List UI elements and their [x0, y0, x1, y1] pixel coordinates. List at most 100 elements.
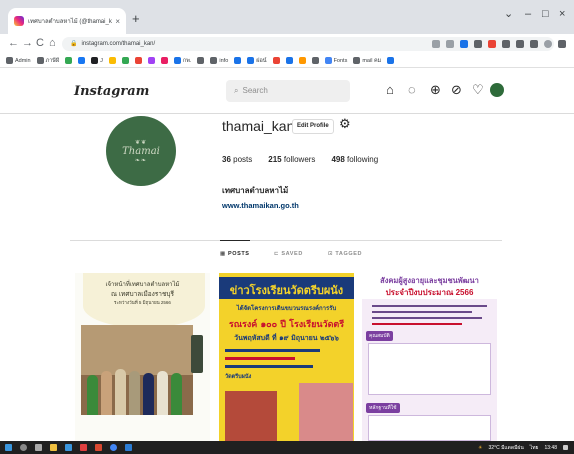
tab-saved[interactable]: ⊏ SAVED — [274, 241, 303, 267]
instagram-logo[interactable]: Instagram — [74, 84, 149, 99]
profile-avatar[interactable] — [490, 83, 504, 97]
bookmark-item[interactable]: Admin — [6, 57, 31, 64]
person — [157, 371, 168, 415]
post2-photo-left — [225, 391, 277, 441]
bookmark-favicon-icon — [324, 57, 332, 64]
tab-search-icon[interactable]: ⌄ — [504, 8, 513, 20]
app-icon[interactable] — [95, 444, 102, 451]
windows-taskbar: ☀ 32°C มีแดดมีฝน ไทย 13:48 — [0, 441, 574, 454]
edit-profile-button[interactable]: Edit Profile — [292, 119, 334, 134]
following-count[interactable]: 498 following — [331, 155, 378, 164]
task-view-icon[interactable] — [35, 444, 42, 451]
bookmark-item[interactable] — [134, 57, 142, 64]
puzzle-icon[interactable] — [516, 40, 524, 48]
word-icon[interactable] — [125, 444, 132, 451]
explore-icon[interactable]: ⊘ — [451, 82, 462, 98]
bookmark-item[interactable] — [121, 57, 129, 64]
browser-toolbar: ← → C ⌂ 🔒 instagram.com/thamai_kan/ — [0, 34, 574, 54]
bookmark-item[interactable]: กพ. — [173, 57, 191, 65]
home-button[interactable]: ⌂ — [49, 37, 56, 50]
bookmark-item[interactable] — [197, 57, 205, 64]
profile-icon[interactable] — [544, 40, 552, 48]
bookmark-item[interactable] — [147, 57, 155, 64]
post2-line2: ได้จัดโครงการเดินขบวนรณรงค์การรับ — [236, 305, 337, 312]
bookmark-item[interactable] — [387, 57, 395, 64]
forward-button[interactable]: → — [22, 37, 33, 50]
pdf-extension-icon[interactable] — [488, 40, 496, 48]
tab-posts[interactable]: ▦ POSTS — [220, 240, 250, 266]
followers-count[interactable]: 215 followers — [268, 155, 315, 164]
bookmark-favicon-icon — [197, 57, 205, 64]
minimize-button[interactable]: – — [525, 8, 531, 20]
profile-website-link[interactable]: www.thamaikan.go.th — [222, 201, 299, 210]
sidebar-icon[interactable] — [530, 40, 538, 48]
post-thumbnail-2[interactable]: ข่าวโรงเรียนวัดตรีบผนัง ได้จัดโครงการเดิ… — [219, 273, 354, 441]
bookmark-item[interactable] — [234, 57, 242, 64]
chrome-icon[interactable] — [110, 444, 117, 451]
bookmark-label: ฝอน์ — [256, 57, 267, 64]
bookmark-item[interactable] — [272, 57, 280, 64]
bookmark-item[interactable]: ภาษีผี — [36, 57, 60, 65]
bookmark-item[interactable]: info — [210, 57, 228, 64]
bookmark-item[interactable] — [311, 57, 319, 64]
bookmark-item[interactable] — [65, 57, 73, 64]
bookmark-item[interactable] — [108, 57, 116, 64]
clock[interactable]: 13:48 — [544, 445, 557, 451]
new-tab-button[interactable]: + — [132, 12, 140, 26]
post-thumbnail-3[interactable]: สังคมผู้สูงอายุและชุมชนพัฒนา ประจำปีงบปร… — [362, 273, 497, 441]
bookmark-label: ภาษีผี — [45, 57, 60, 64]
lantern-decoration — [191, 335, 203, 373]
post2-line1: ข่าวโรงเรียนวัดตรีบผนัง — [229, 284, 344, 297]
post-thumbnail-1[interactable]: เจ้าหน้าที่เทศบาลตำบลหาไม้ ณ เทศบาลเมือง… — [75, 273, 210, 441]
bookmark-item[interactable]: Fonts — [324, 57, 348, 64]
app-icon[interactable] — [80, 444, 87, 451]
home-icon[interactable]: ⌂ — [386, 82, 394, 98]
tab-tagged[interactable]: ⊡ TAGGED — [328, 241, 362, 267]
post1-line1: เจ้าหน้าที่เทศบาลตำบลหาไม้ — [105, 282, 180, 288]
search-input[interactable]: ⌕ Search — [226, 80, 350, 102]
reload-button[interactable]: C — [36, 37, 44, 50]
back-button[interactable]: ← — [8, 37, 19, 50]
bookmark-favicon-icon — [311, 57, 319, 64]
bookmark-star-icon[interactable] — [460, 40, 468, 48]
search-icon[interactable] — [20, 444, 27, 451]
close-window-button[interactable]: × — [559, 8, 565, 20]
weather-text[interactable]: 32°C มีแดดมีฝน — [489, 444, 524, 452]
notification-icon[interactable] — [563, 445, 568, 450]
file-explorer-icon[interactable] — [50, 444, 57, 451]
url-text: instagram.com/thamai_kan/ — [81, 41, 156, 47]
edge-icon[interactable] — [65, 444, 72, 451]
bookmark-favicon-icon — [78, 57, 86, 64]
heart-icon[interactable]: ♡ — [472, 82, 484, 98]
language-indicator[interactable]: ไทย — [530, 444, 539, 452]
post1-line3: ระหว่างวันที่ 5 มิถุนายน 2566 — [114, 300, 171, 305]
bookmark-favicon-icon — [387, 57, 395, 64]
bookmark-item[interactable] — [285, 57, 293, 64]
bookmark-item[interactable] — [298, 57, 306, 64]
menu-icon[interactable] — [558, 40, 566, 48]
bookmark-item[interactable]: J — [91, 57, 103, 64]
bookmark-item[interactable] — [78, 57, 86, 64]
bookmark-label: Fonts — [333, 57, 348, 64]
zoom-icon[interactable] — [432, 40, 440, 48]
bookmark-item[interactable] — [160, 57, 168, 64]
new-post-icon[interactable]: ⊕ — [430, 82, 441, 98]
extension-icon[interactable] — [502, 40, 510, 48]
browser-tab-instagram[interactable]: เทศบาลตำบลหาไม้ (@thamai_kan) • Instagra… — [8, 8, 126, 34]
settings-gear-icon[interactable]: ⚙ — [339, 116, 351, 132]
tab-close-icon[interactable]: × — [115, 17, 120, 26]
person — [101, 371, 112, 415]
bookmark-item[interactable]: ฝอน์ — [247, 57, 267, 65]
extension-icon[interactable] — [474, 40, 482, 48]
maximize-button[interactable]: □ — [542, 8, 549, 20]
share-icon[interactable] — [446, 40, 454, 48]
bookmark-label: Admin — [15, 57, 31, 64]
messenger-icon[interactable]: ◌ — [408, 82, 416, 98]
bookmark-favicon-icon — [36, 57, 44, 64]
bookmark-favicon-icon — [160, 57, 168, 64]
profile-tabs: ▦ POSTS ⊏ SAVED ⊡ TAGGED — [70, 240, 502, 266]
bookmark-item[interactable]: mail คม — [353, 57, 381, 65]
profile-picture[interactable]: ❦❦ Thamai ❧❧ — [106, 116, 176, 186]
person — [87, 375, 98, 415]
windows-start-icon[interactable] — [5, 444, 12, 451]
